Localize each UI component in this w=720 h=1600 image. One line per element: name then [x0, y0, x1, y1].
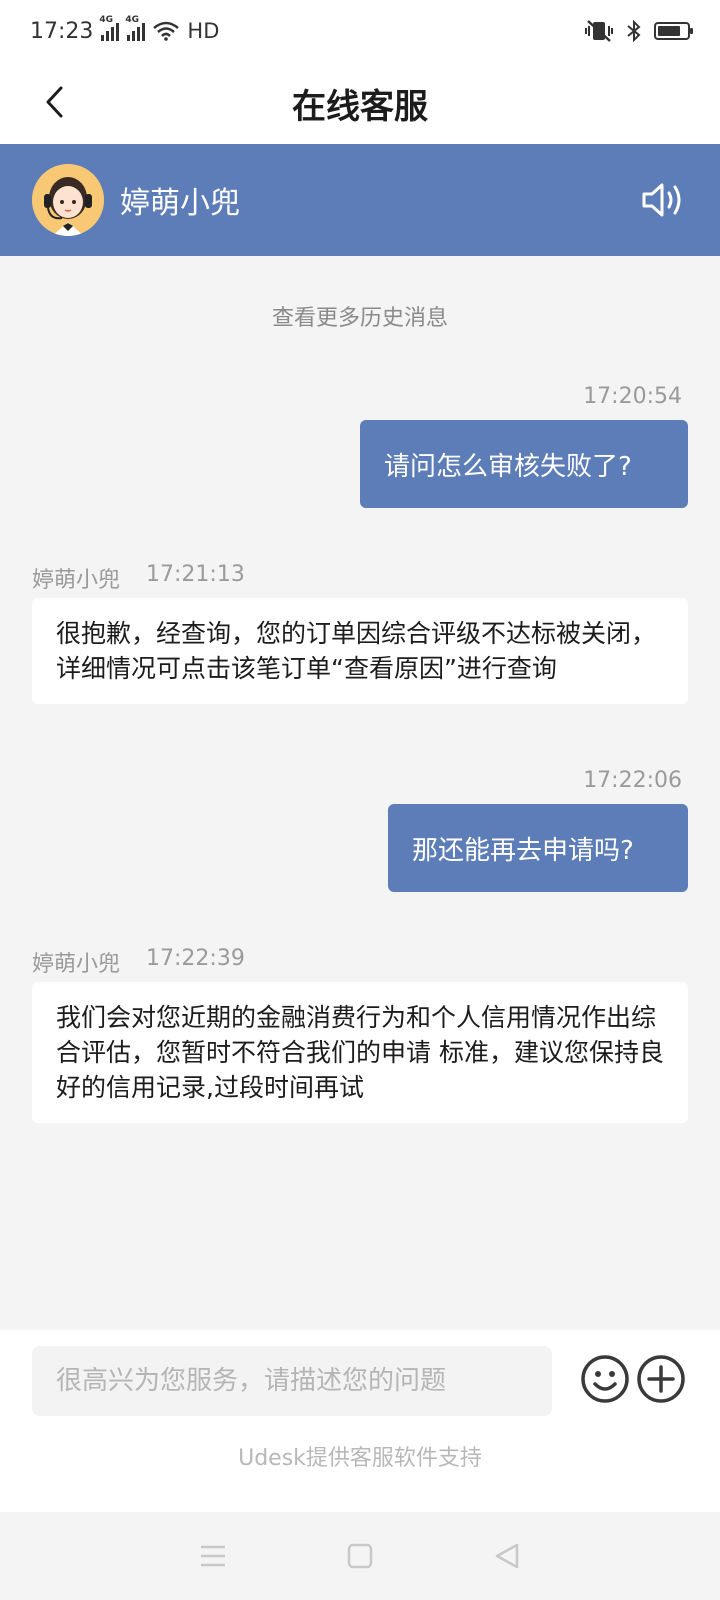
- message-sender: 婷萌小兜: [32, 568, 121, 593]
- message-sender: 婷萌小兜: [32, 952, 121, 977]
- hd-label: HD: [187, 19, 220, 43]
- speaker-button[interactable]: [638, 175, 688, 225]
- user-message-bubble: 请问怎么审核失败了?: [360, 420, 688, 508]
- signal-icon: 4G: [99, 15, 120, 41]
- battery-fill: [658, 26, 681, 36]
- status-time: 17:23: [30, 18, 94, 44]
- agent-message-bubble: 很抱歉，经查询，您的订单因综合评级不达标被关闭，详细情况可点击该笔订单“查看原因…: [32, 598, 688, 704]
- message-timestamp: 17:22:06: [583, 768, 682, 793]
- status-bar: 17:23 4G 4G HD: [0, 0, 720, 62]
- powered-by-text: Udesk提供客服软件支持: [238, 1446, 482, 1471]
- message-timestamp: 17:20:54: [583, 384, 682, 409]
- message-timestamp: 17:21:13: [146, 562, 245, 587]
- back-button[interactable]: [34, 82, 74, 122]
- nav-home-button[interactable]: [335, 1531, 385, 1581]
- agent-header: 婷萌小兜: [0, 144, 720, 256]
- plus-circle-icon: [637, 1355, 685, 1403]
- home-square-icon: [347, 1543, 373, 1569]
- agent-message-meta: 婷萌小兜 17:21:13: [32, 562, 245, 594]
- message-input[interactable]: [32, 1346, 552, 1416]
- battery-icon: [654, 22, 693, 40]
- title-bar: 在线客服: [0, 62, 720, 144]
- nav-back-button[interactable]: [482, 1531, 532, 1581]
- composer-area: Udesk提供客服软件支持: [0, 1330, 720, 1512]
- system-nav-bar: [0, 1512, 720, 1600]
- chevron-left-icon: [46, 86, 63, 118]
- emoji-button[interactable]: [580, 1354, 630, 1404]
- agent-name: 婷萌小兜: [120, 186, 240, 221]
- wifi-icon: [153, 21, 180, 41]
- nav-menu-button[interactable]: [188, 1531, 238, 1581]
- load-history-link[interactable]: 查看更多历史消息: [0, 300, 720, 332]
- agent-message-bubble: 我们会对您近期的金融消费行为和个人信用情况作出综合评估，您暂时不符合我们的申请 …: [32, 982, 688, 1123]
- vibrate-mute-icon: [585, 20, 613, 42]
- agent-message-meta: 婷萌小兜 17:22:39: [32, 946, 245, 978]
- network-type-label: 4G: [99, 15, 114, 25]
- speaker-icon: [642, 183, 681, 217]
- message-timestamp: 17:22:39: [146, 946, 245, 971]
- signal-icon-2: 4G: [125, 15, 146, 41]
- smiley-icon: [581, 1355, 629, 1403]
- user-message-bubble: 那还能再去申请吗?: [388, 804, 688, 892]
- page-title: 在线客服: [292, 86, 428, 127]
- menu-icon: [201, 1545, 226, 1567]
- back-triangle-icon: [495, 1543, 518, 1569]
- network-type-label-2: 4G: [125, 15, 140, 25]
- more-button[interactable]: [636, 1354, 686, 1404]
- bluetooth-icon: [627, 19, 641, 43]
- agent-avatar-icon: [32, 164, 104, 236]
